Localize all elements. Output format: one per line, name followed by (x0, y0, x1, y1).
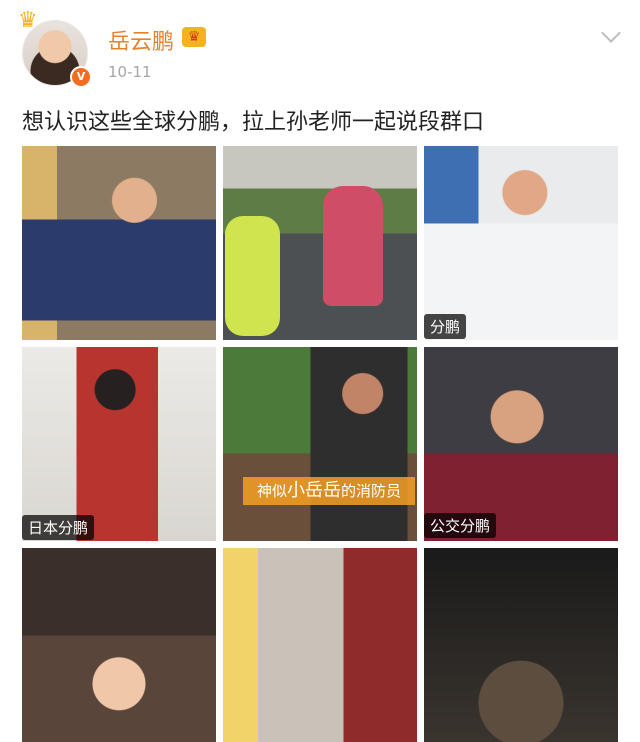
photo-7[interactable] (22, 548, 216, 742)
caption-suffix: 的消防员 (341, 482, 402, 500)
post-header: ♛ V 岳云鹏 ♛ 10-11 (0, 0, 640, 92)
photo-label: 日本分鹏 (22, 515, 95, 540)
photo-2[interactable] (223, 146, 417, 340)
photo-5[interactable]: 神似小岳岳的消防员 (223, 347, 417, 541)
verified-badge: V (70, 66, 92, 88)
avatar-container[interactable]: ♛ V (18, 8, 92, 88)
photo-4[interactable]: 日本分鹏 (22, 347, 216, 541)
photo-9[interactable] (424, 548, 618, 742)
post-text: 想认识这些全球分鹏，拉上孙老师一起说段群口 (22, 110, 485, 135)
photo-6[interactable]: 公交分鹏 (424, 347, 618, 541)
caption-highlight: 小岳岳 (287, 480, 341, 501)
post-date: 10-11 (108, 63, 152, 81)
photo-label: 分鹏 (424, 314, 467, 339)
photo-caption: 神似小岳岳的消防员 (243, 477, 415, 505)
username[interactable]: 岳云鹏 (108, 24, 174, 56)
crown-icon: ♛ (18, 8, 38, 33)
caption-prefix: 神似 (256, 482, 287, 500)
photo-1[interactable] (22, 146, 216, 340)
photo-3[interactable]: 分鹏 (424, 146, 618, 340)
chevron-down-icon[interactable] (601, 23, 621, 43)
vip-crown-icon: ♛ (182, 27, 206, 47)
photo-label: 公交分鹏 (424, 513, 497, 538)
photo-8[interactable] (223, 548, 417, 742)
